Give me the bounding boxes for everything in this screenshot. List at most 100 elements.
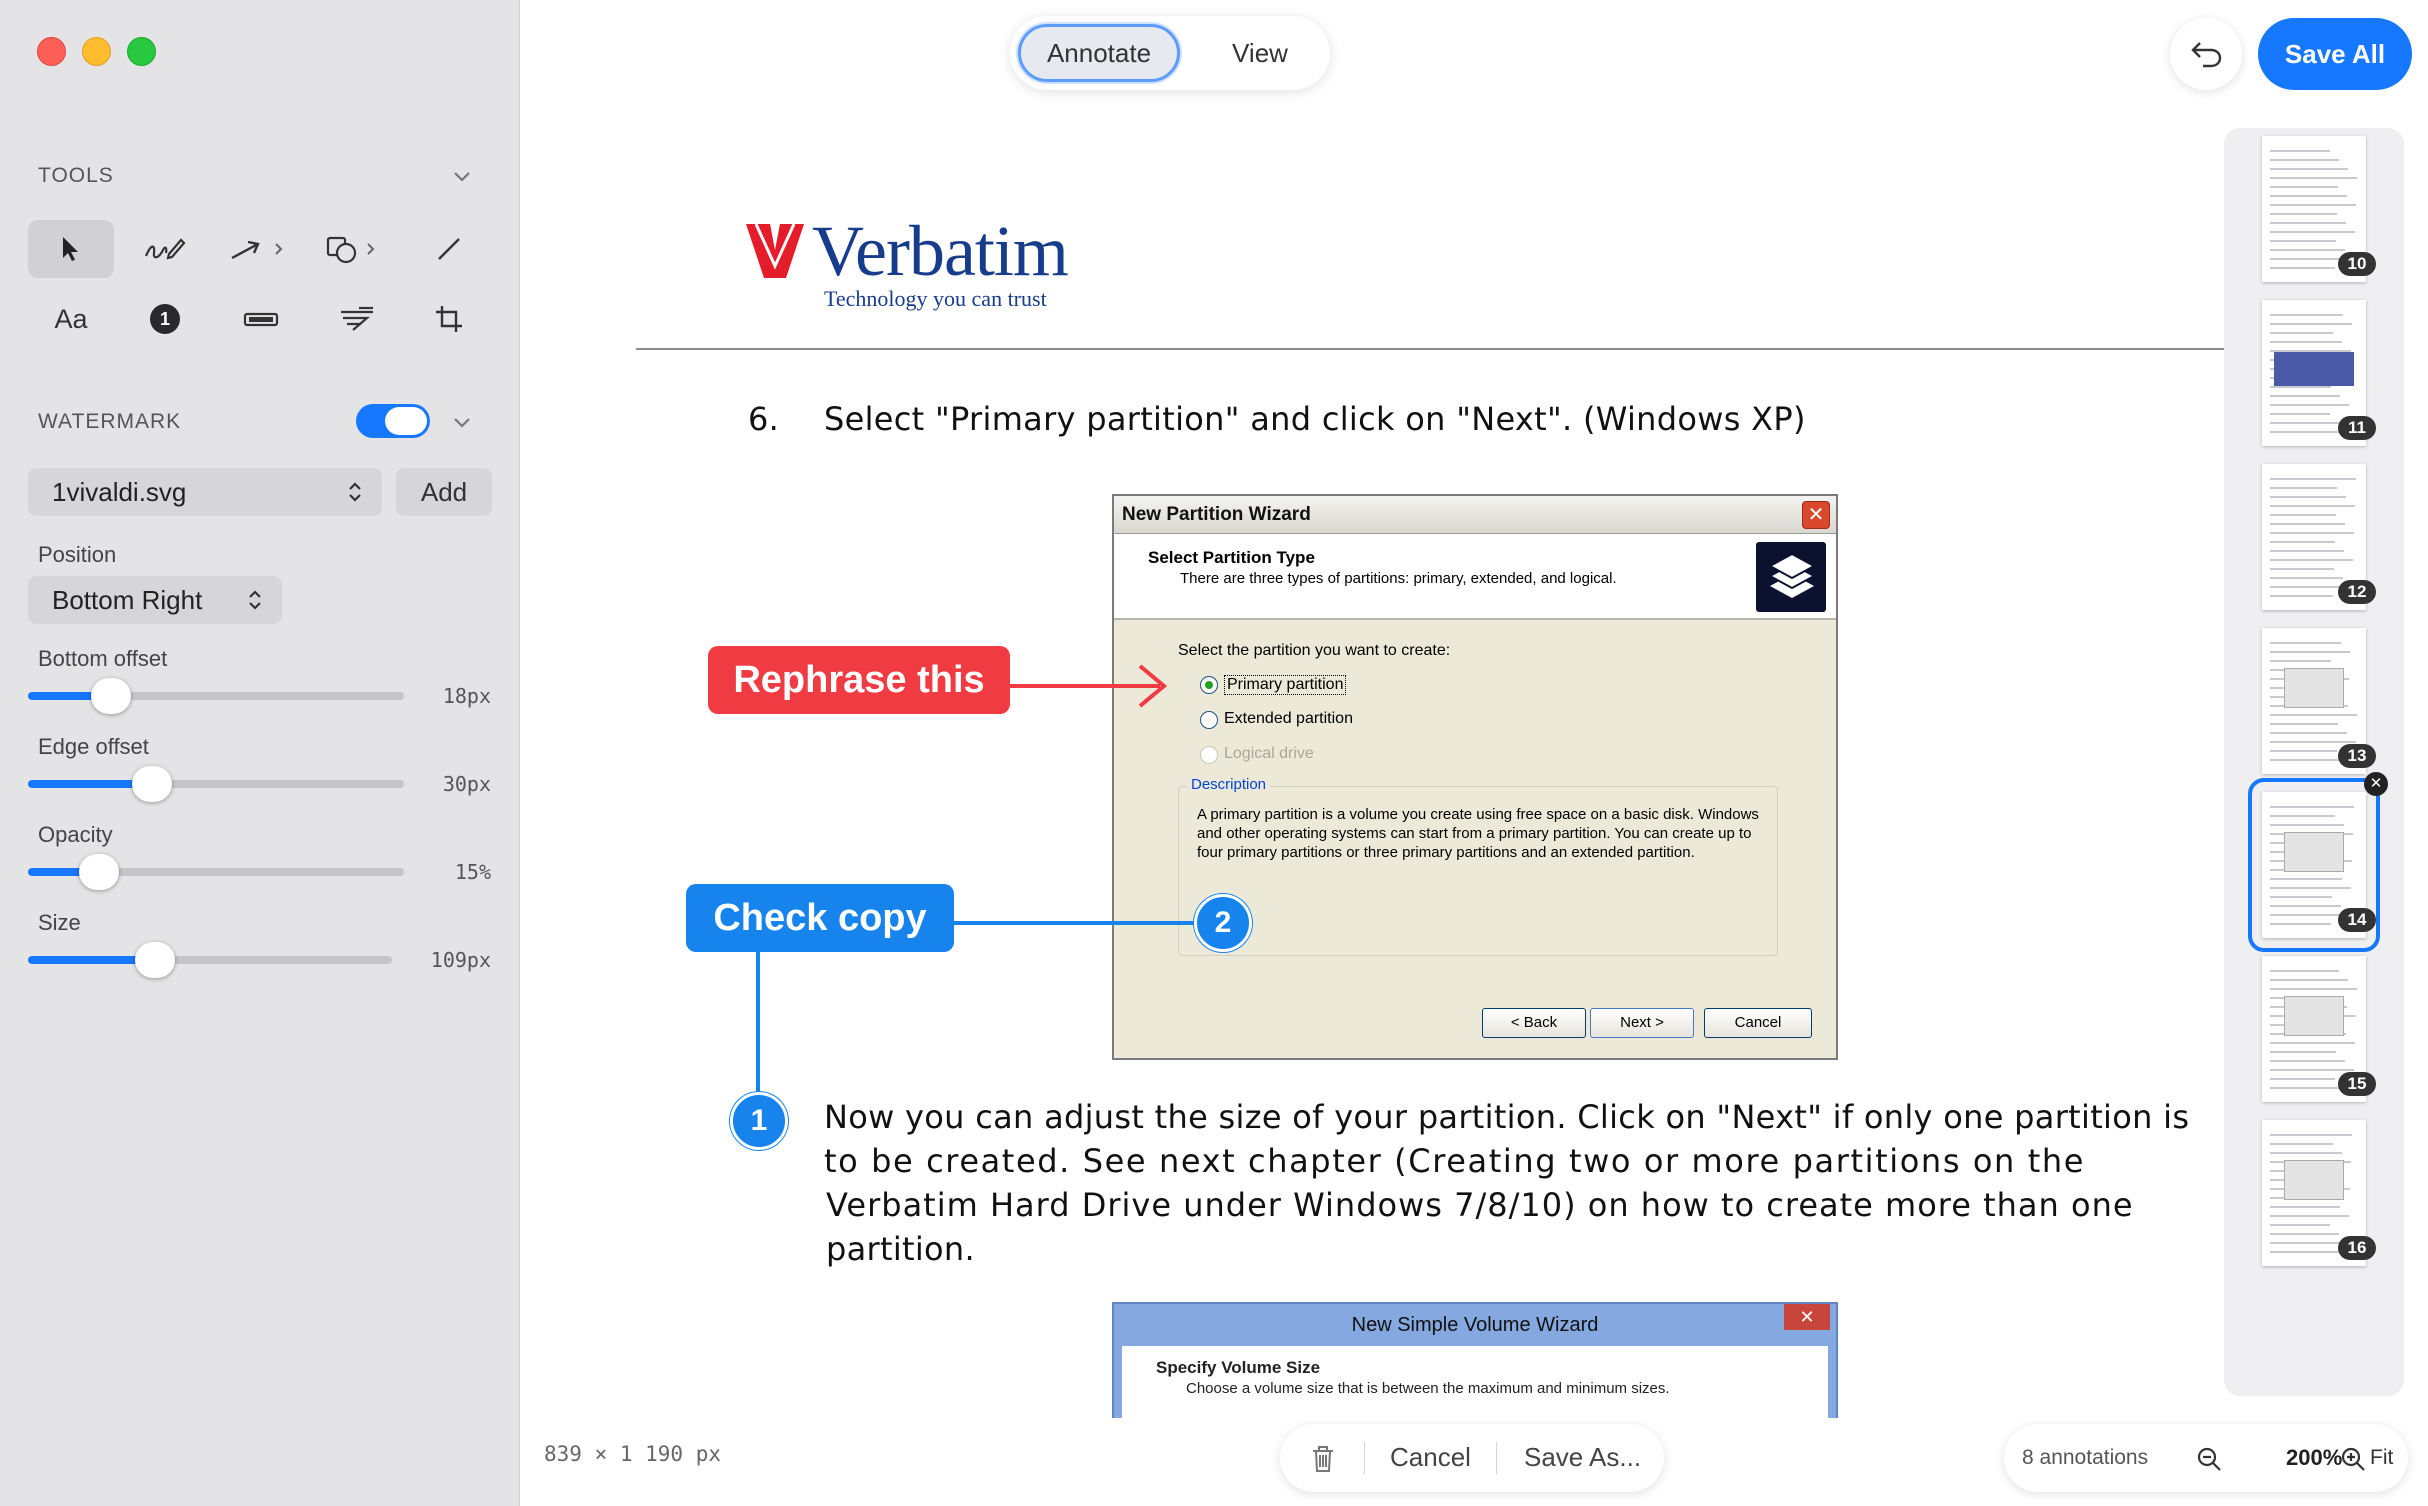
line-tool-button[interactable] (406, 220, 492, 278)
arrow-tool-button[interactable] (218, 220, 304, 278)
bottom-offset-label: Bottom offset (38, 646, 168, 671)
add-watermark-button[interactable]: Add (396, 468, 492, 516)
select-tool-button[interactable] (28, 220, 114, 278)
redact-bar-icon (243, 312, 279, 327)
counter-tool-button[interactable]: 1 (122, 290, 208, 348)
window-close-button[interactable] (37, 37, 66, 66)
rephrase-callout[interactable]: Rephrase this (708, 646, 1010, 714)
thumbnail-page-number: 13 (2338, 744, 2376, 768)
remove-page-icon[interactable]: ✕ (2364, 772, 2388, 796)
thumb-text-line (2270, 923, 2331, 925)
counter-badge-2[interactable]: 2 (1194, 894, 1252, 952)
edge-offset-slider[interactable] (28, 766, 404, 802)
thumb-text-line (2270, 532, 2354, 534)
primary-partition-label: Primary partition (1224, 675, 1347, 695)
thumb-text-line (2270, 559, 2353, 561)
thumb-text-line (2270, 714, 2357, 716)
slider-knob[interactable] (90, 678, 131, 714)
updown-chevron-icon (349, 482, 361, 502)
shapes-tool-button[interactable] (314, 220, 400, 278)
action-bar: Cancel Save As... (1280, 1424, 1664, 1492)
page-thumbnail[interactable]: 12 (2262, 464, 2376, 610)
save-all-button[interactable]: Save All (2258, 18, 2412, 90)
thumb-text-line (2270, 1233, 2339, 1235)
thumbnail-page-number: 10 (2338, 252, 2376, 276)
fit-button[interactable]: Fit (2370, 1446, 2393, 1470)
thumbnail-page-number: 14 (2338, 908, 2376, 932)
document-page[interactable]: Verbatim Technology you can trust 6. Sel… (636, 110, 2226, 1418)
bottom-offset-slider[interactable] (28, 678, 404, 714)
thumb-text-line (2270, 1051, 2336, 1053)
page-thumbnail[interactable]: 16 (2262, 1120, 2376, 1266)
thumbnail-page-number: 15 (2338, 1072, 2376, 1096)
disk-stack-icon (1756, 542, 1826, 612)
draw-tool-button[interactable] (122, 220, 208, 278)
crop-tool-button[interactable] (406, 290, 492, 348)
thumb-text-line (2270, 660, 2331, 662)
zoom-level: 200% (2286, 1445, 2343, 1470)
page-thumbnail[interactable]: 14 ✕ (2248, 772, 2388, 952)
page-thumbnails-strip[interactable]: 10 11 12 13 14 ✕ 15 16 (2224, 128, 2404, 1396)
thumb-text-line (2270, 732, 2347, 734)
thumb-text-line (2270, 741, 2356, 743)
page-thumbnail[interactable]: 13 (2262, 628, 2376, 774)
trash-icon[interactable] (1310, 1444, 1336, 1474)
check-copy-callout[interactable]: Check copy (686, 884, 954, 952)
wizard2-header-subtitle: Choose a volume size that is between the… (1186, 1380, 1670, 1397)
thumb-text-line (2270, 222, 2346, 224)
thumbnail-page-number: 12 (2338, 580, 2376, 604)
thumb-text-line (2270, 1143, 2333, 1145)
step-text: Select "Primary partition" and click on … (824, 400, 1806, 438)
edge-offset-value: 30px (442, 772, 491, 796)
thumb-text-line (2270, 568, 2334, 570)
watermark-file-select[interactable]: 1vivaldi.svg (28, 468, 382, 516)
page-thumbnail[interactable]: 15 (2262, 956, 2376, 1102)
thumb-text-line (2270, 723, 2338, 725)
slider-knob[interactable] (135, 942, 176, 978)
thumb-text-line (2270, 750, 2337, 752)
wizard2-body: Specify Volume Size Choose a volume size… (1122, 1346, 1828, 1418)
thumb-text-line (2270, 341, 2342, 343)
wizard-back-button: < Back (1482, 1008, 1586, 1038)
window-zoom-button[interactable] (127, 37, 156, 66)
size-slider[interactable] (28, 942, 392, 978)
zoom-in-icon[interactable] (2340, 1446, 2366, 1472)
highlight-tool-button[interactable] (314, 290, 400, 348)
logical-drive-label: Logical drive (1224, 745, 1314, 762)
zoom-out-icon[interactable] (2196, 1446, 2222, 1472)
thumb-text-line (2270, 1078, 2335, 1080)
edge-offset-label: Edge offset (38, 734, 149, 759)
slider-knob[interactable] (79, 854, 120, 890)
window-minimize-button[interactable] (82, 37, 111, 66)
view-mode-button[interactable]: View (1195, 24, 1325, 82)
opacity-slider[interactable] (28, 854, 404, 890)
watermark-toggle[interactable] (356, 404, 430, 438)
verbatim-logo-tagline: Technology you can trust (824, 286, 1047, 311)
line-icon (438, 238, 460, 260)
tools-collapse-chevron-icon[interactable] (450, 164, 474, 188)
save-as-button[interactable]: Save As... (1524, 1442, 1641, 1473)
thumb-text-line (2270, 478, 2356, 480)
thumb-text-line (2270, 1152, 2342, 1154)
page-thumbnail[interactable]: 10 (2262, 136, 2376, 282)
undo-icon (2191, 42, 2222, 68)
annotate-mode-button[interactable]: Annotate (1018, 24, 1180, 82)
cancel-button[interactable]: Cancel (1390, 1442, 1471, 1473)
thumb-text-line (2270, 970, 2339, 972)
redact-tool-button[interactable] (218, 290, 304, 348)
opacity-value: 15% (454, 860, 491, 884)
primary-partition-radio (1200, 676, 1218, 694)
logical-drive-radio (1200, 746, 1218, 764)
text-tool-button[interactable]: Aa (28, 290, 114, 348)
page-thumbnail[interactable]: 11 (2262, 300, 2376, 446)
verbatim-logo-wordmark: Verbatim (812, 211, 1069, 291)
watermark-collapse-chevron-icon[interactable] (450, 410, 474, 434)
wizard-prompt: Select the partition you want to create: (1178, 642, 1451, 659)
counter-badge-1[interactable]: 1 (730, 1092, 788, 1150)
mode-segmented-control: Annotate View (1010, 16, 1330, 90)
paragraph-line-4: partition. (826, 1230, 975, 1268)
slider-knob[interactable] (132, 766, 173, 802)
thumb-text-line (2270, 231, 2355, 233)
position-select[interactable]: Bottom Right (28, 576, 282, 624)
undo-button[interactable] (2170, 18, 2242, 90)
